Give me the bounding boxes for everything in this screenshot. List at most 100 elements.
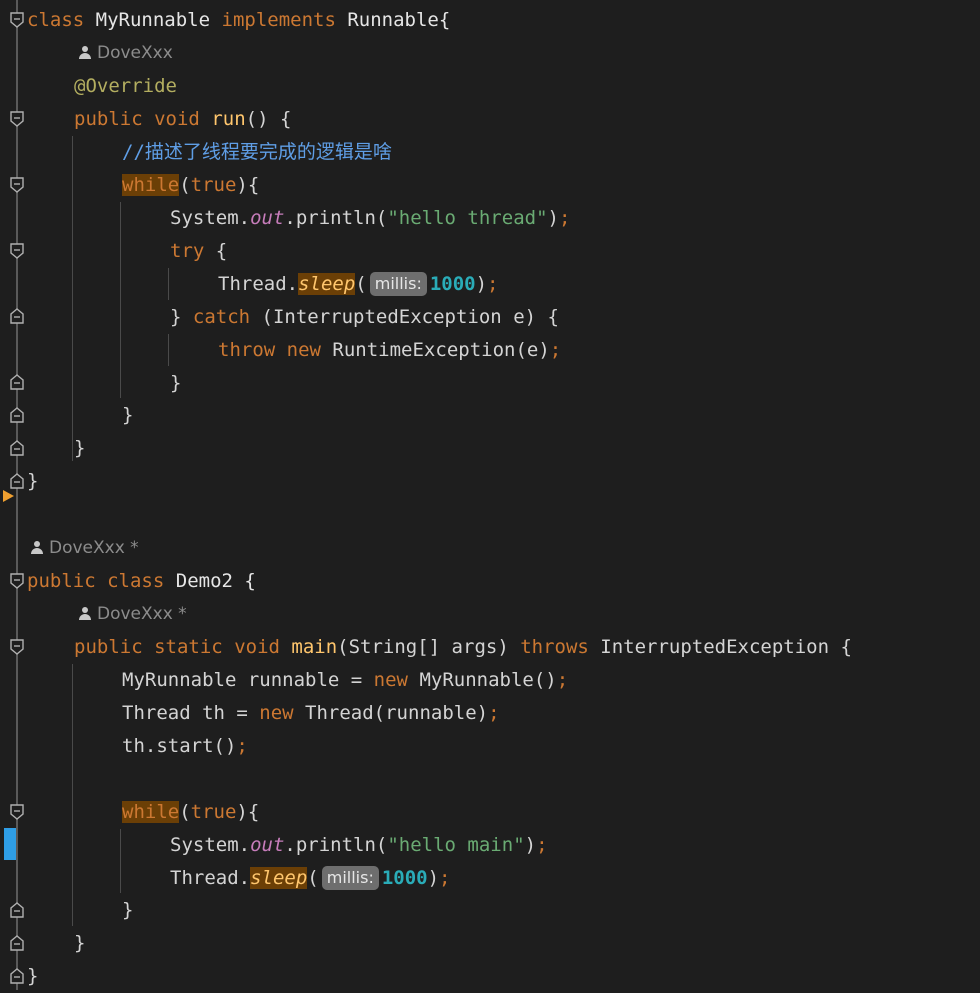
class-name: Demo2 { [175,570,256,592]
closing-brace: } [122,404,134,426]
code-line[interactable]: Thread.sleep(millis: 1000); [170,862,451,895]
code-text: ( [179,174,191,196]
code-line[interactable]: @Override [74,70,177,103]
code-text: { [204,240,228,262]
method-name: main [291,636,338,658]
fold-open-icon[interactable] [9,804,25,820]
semicolon: ; [536,834,548,856]
code-line[interactable]: } [170,367,181,400]
code-line[interactable]: public void run() { [74,103,291,136]
keyword: true [190,174,237,196]
code-line[interactable]: //描述了线程要完成的逻辑是啥 [122,136,392,169]
static-field: out [250,834,285,856]
person-icon [79,46,91,59]
code-text: .println( [284,834,388,856]
keyword: class [107,570,165,592]
fold-open-icon[interactable] [9,243,25,259]
code-text: .println( [284,207,388,229]
code-text: ) [427,867,440,889]
string-literal: "hello thread" [387,207,548,229]
code-line[interactable]: MyRunnable runnable = new MyRunnable(); [122,664,568,697]
code-line[interactable]: while(true){ [122,169,259,202]
keyword: void [154,108,200,130]
semicolon: ; [558,207,571,229]
code-text: Thread(runnable) [293,702,489,724]
indent-guide [168,268,169,300]
code-text: ( [355,273,367,295]
author-hint[interactable]: DoveXxx [79,37,173,70]
code-text: ) [524,834,537,856]
closing-brace: } [122,899,134,921]
change-marker[interactable] [4,828,16,860]
code-line[interactable]: } catch (InterruptedException e) { [170,301,559,334]
code-text: ) [475,273,488,295]
method-name: run [211,108,246,130]
code-line[interactable]: } [27,465,38,498]
code-line[interactable]: } [74,432,85,465]
fold-close-icon[interactable] [9,473,25,489]
fold-open-icon[interactable] [9,177,25,193]
code-line[interactable]: System.out.println("hello thread"); [170,202,570,235]
semicolon: ; [487,273,499,295]
fold-close-icon[interactable] [9,374,25,390]
keyword: void [234,636,280,658]
code-line[interactable]: class MyRunnable implements Runnable{ [27,4,450,37]
fold-open-icon[interactable] [9,111,25,127]
code-text: ( [179,801,191,823]
keyword: public [27,570,96,592]
code-text: Thread. [170,867,251,889]
closing-brace: } [27,470,39,492]
code-line[interactable]: throw new RuntimeException(e); [218,334,561,367]
code-text: (String[] args) [337,636,521,658]
indent-guide [72,136,73,461]
fold-close-icon[interactable] [9,407,25,423]
fold-close-icon[interactable] [9,308,25,324]
keyword: true [190,801,237,823]
keyword: new [373,669,408,691]
code-line[interactable]: th.start(); [122,730,248,763]
code-line[interactable]: public static void main(String[] args) t… [74,631,852,664]
fold-open-icon[interactable] [9,639,25,655]
keyword-highlighted: while [122,801,180,823]
code-text: MyRunnable runnable = [122,669,374,691]
code-line[interactable]: public class Demo2 { [27,565,256,598]
code-text: RuntimeException(e) [320,339,550,361]
fold-close-icon[interactable] [9,440,25,456]
code-line[interactable]: } [74,927,85,960]
keyword: new [259,702,294,724]
parameter-hint: millis: [369,272,427,296]
keyword: static [154,636,223,658]
fold-open-icon[interactable] [9,573,25,589]
code-line[interactable]: } [122,399,133,432]
parameter-hint: millis: [321,866,379,890]
code-text: (InterruptedException e) { [250,306,559,328]
keyword: class [27,9,85,31]
fold-close-icon[interactable] [9,902,25,918]
string-literal: "hello main" [387,834,525,856]
code-text: InterruptedException { [588,636,852,658]
fold-close-icon[interactable] [9,935,25,951]
code-line[interactable]: } [122,894,133,927]
keyword: catch [192,306,251,328]
code-text: Thread th = [122,702,260,724]
code-line[interactable]: Thread.sleep(millis: 1000); [218,268,499,301]
code-line[interactable]: } [27,960,38,993]
author-name: DoveXxx [97,43,173,63]
indent-guide [120,829,121,893]
fold-close-icon[interactable] [9,968,25,984]
code-line[interactable]: Thread th = new Thread(runnable); [122,697,500,730]
semicolon: ; [439,867,451,889]
code-text: ){ [236,801,260,823]
code-line[interactable]: while(true){ [122,796,259,829]
semicolon: ; [236,735,248,757]
keyword-highlighted: while [122,174,180,196]
author-hint[interactable]: DoveXxx * [79,598,187,631]
code-line[interactable]: try { [170,235,227,268]
author-hint[interactable]: DoveXxx * [31,532,139,565]
indent-guide [72,664,73,926]
code-editor[interactable]: class MyRunnable implements Runnable{ Do… [0,0,980,990]
person-icon [31,541,43,554]
fold-open-icon[interactable] [9,12,25,28]
code-text: () { [245,108,292,130]
code-line[interactable]: System.out.println("hello main"); [170,829,548,862]
